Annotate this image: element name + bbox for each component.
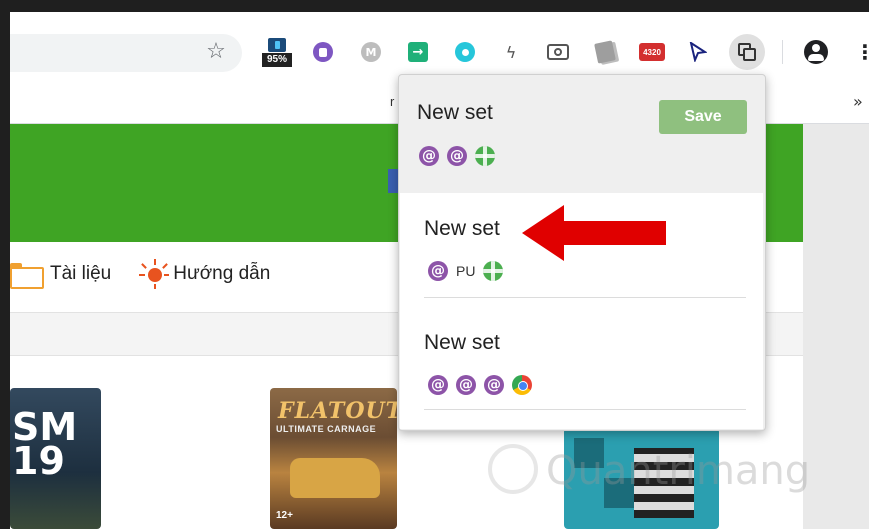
nav-label: Tài liệu [50, 263, 112, 284]
at-icon: @ [456, 375, 476, 395]
pu-icon: PU [456, 263, 476, 279]
nav-tai-lieu[interactable]: Tài liệu [10, 263, 112, 289]
chrome-icon [512, 375, 532, 395]
m-extension-icon[interactable]: M [359, 40, 383, 64]
sun-icon [139, 259, 170, 289]
battery-extension-icon[interactable]: 95% [262, 38, 292, 70]
at-icon: @ [419, 146, 439, 166]
saved-set-title: New set [424, 331, 500, 354]
at-icon: @ [428, 375, 448, 395]
battery-badge: 95% [262, 53, 292, 67]
cursor-extension-icon[interactable] [686, 40, 710, 64]
divider [424, 409, 746, 410]
nav-label: Hướng dẫn [173, 263, 271, 284]
bolt-extension-icon[interactable]: ϟ [499, 40, 523, 64]
battery-icon [268, 38, 286, 52]
bookmark-star-icon[interactable]: ☆ [204, 40, 228, 64]
watermark: Quantrimang [488, 434, 818, 504]
toolbar-separator [782, 40, 783, 64]
game-subtitle: ULTIMATE CARNAGE [276, 424, 377, 434]
site-nav: Tài liệu Hướng dẫn [10, 256, 298, 292]
bulb-logo-icon [488, 444, 538, 494]
bookmark-item-partial[interactable]: r [390, 94, 394, 109]
bookmarks-overflow-icon[interactable]: » [853, 92, 863, 111]
at-icon: @ [484, 375, 504, 395]
tab-manager-extension-icon[interactable] [729, 34, 765, 70]
saved-set-icons: @ PU [428, 261, 511, 281]
game-thumbnail-fm[interactable]: SM 19 [10, 388, 101, 529]
saved-set-2[interactable]: New set @ @ @ [400, 309, 763, 425]
divider [424, 297, 746, 298]
game-thumbnail-flatout[interactable]: FLATOUT ULTIMATE CARNAGE 12+ [270, 388, 397, 529]
cards-extension-icon[interactable] [593, 40, 617, 64]
counter-extension-icon[interactable]: 4320 [638, 40, 666, 64]
window-frame-top [0, 0, 869, 12]
chrome-menu-icon[interactable]: ⋮ [855, 40, 869, 64]
folder-icon [10, 263, 44, 289]
game-title-line2: 19 [12, 439, 65, 483]
current-set-title[interactable]: New set [417, 101, 493, 125]
saved-set-icons: @ @ @ [428, 375, 532, 395]
save-button[interactable]: Save [659, 100, 747, 134]
current-set-panel: New set Save @ @ [399, 75, 765, 191]
current-set-icons: @ @ [419, 146, 503, 166]
at-icon: @ [428, 261, 448, 281]
teal-extension-icon[interactable] [453, 40, 477, 64]
globe-icon [483, 261, 504, 281]
nav-huong-dan[interactable]: Hướng dẫn [139, 259, 270, 289]
camera-extension-icon[interactable] [546, 40, 570, 64]
screenshot: ☆ 95% M → ϟ 4320 ⋮ r » Tài liệu Hướng dẫ… [0, 0, 869, 529]
window-frame-left [0, 0, 10, 529]
car-image [290, 458, 380, 498]
red-arrow-annotation [522, 205, 666, 261]
age-rating: 12+ [276, 510, 293, 521]
purple-extension-icon[interactable] [311, 40, 335, 64]
green-arrow-extension-icon[interactable]: → [406, 40, 430, 64]
at-icon: @ [447, 146, 467, 166]
globe-icon [475, 146, 495, 166]
game-title: FLATOUT [278, 398, 397, 424]
saved-set-title: New set [424, 217, 500, 240]
profile-avatar-icon[interactable] [804, 40, 828, 64]
